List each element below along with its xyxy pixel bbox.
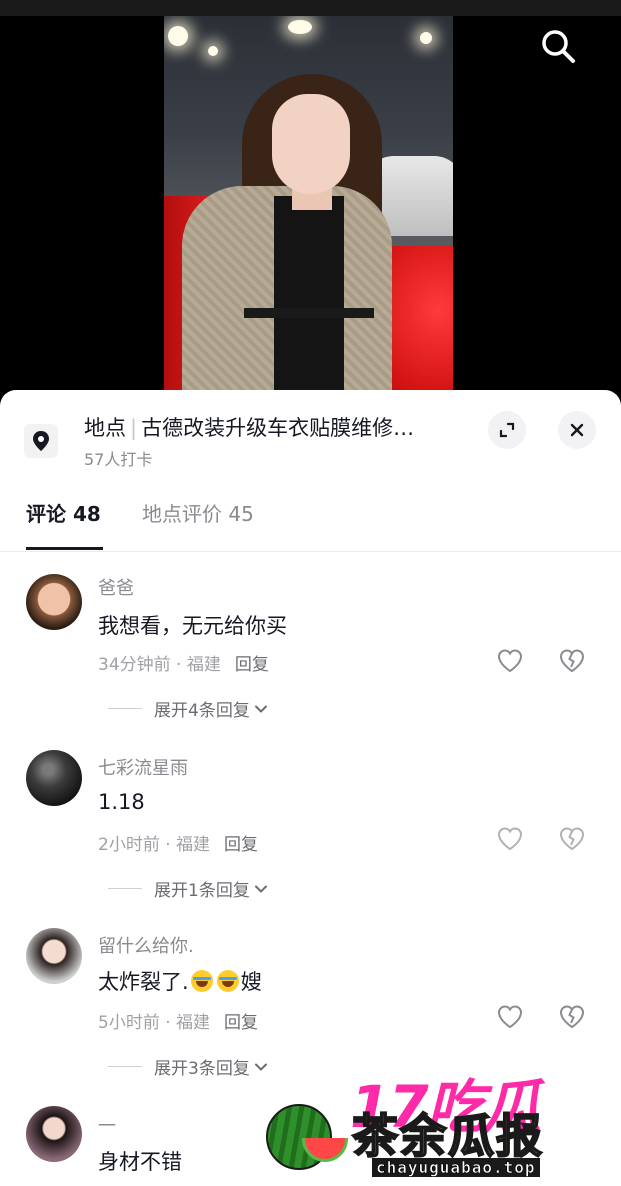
location-title[interactable]: 地点 | 古德改装升级车衣贴膜维修… (84, 412, 484, 442)
comment-item: 七彩流星雨 1.18 2小时前 · 福建 回复 展开1条回复 (0, 746, 621, 916)
expand-divider (108, 1066, 142, 1067)
watermark-brand-main: 茶余瓜报 (351, 1108, 544, 1164)
avatar[interactable] (26, 1106, 82, 1162)
search-icon (542, 30, 575, 63)
comment-text-part: 嫂 (240, 970, 262, 994)
comment-meta: 34分钟前 · 福建 回复 (98, 650, 269, 675)
heart-icon (497, 827, 523, 851)
reply-button[interactable]: 回复 (224, 835, 258, 855)
ceiling-light (168, 26, 188, 46)
chevron-down-icon (254, 705, 267, 713)
location-pin-icon (24, 424, 58, 458)
dislike-button[interactable] (556, 824, 588, 856)
expand-replies-button[interactable]: 展开3条回复 (108, 1054, 270, 1079)
expand-replies-button[interactable]: 展开1条回复 (108, 876, 270, 901)
watermark-url: chayuguabao.top (372, 1158, 540, 1177)
expand-icon (499, 422, 515, 438)
expand-replies-label: 展开3条回复 (154, 1059, 250, 1079)
broken-heart-icon (559, 827, 585, 851)
avatar[interactable] (26, 750, 82, 806)
like-button[interactable] (494, 646, 526, 678)
close-icon (570, 423, 584, 437)
ceiling-light (288, 20, 312, 34)
broken-heart-icon (559, 1005, 585, 1029)
expand-replies-label: 展开4条回复 (154, 701, 250, 721)
search-button[interactable] (536, 24, 580, 68)
comment-text: 1.18 (98, 790, 145, 814)
comment-time: 5小时前 · 福建 (98, 1013, 211, 1033)
status-bar (0, 0, 621, 16)
close-button[interactable] (558, 411, 596, 449)
comment-username[interactable]: 一 (98, 1112, 116, 1138)
checkin-count: 57人打卡 (84, 450, 153, 469)
ceiling-light (420, 32, 432, 44)
location-name: 古德改装升级车衣贴膜维修… (141, 416, 415, 440)
tab-comments[interactable]: 评论 48 (26, 498, 101, 527)
video-player[interactable] (0, 0, 621, 400)
heart-icon (497, 1005, 523, 1029)
tears-of-joy-icon (190, 970, 213, 992)
expand-replies-label: 展开1条回复 (154, 881, 250, 901)
person-belt (244, 308, 374, 318)
comment-text: 身材不错 (98, 1150, 182, 1174)
expand-button[interactable] (488, 411, 526, 449)
dislike-button[interactable] (556, 1002, 588, 1034)
comment-item: 爸爸 我想看，无元给你买 34分钟前 · 福建 回复 展开4条回复 (0, 566, 621, 736)
avatar[interactable] (26, 928, 82, 984)
expand-replies-button[interactable]: 展开4条回复 (108, 696, 270, 721)
title-divider: | (130, 416, 138, 440)
comment-username[interactable]: 留什么给你. (98, 932, 194, 958)
broken-heart-icon (559, 649, 585, 673)
active-tab-indicator (26, 547, 103, 550)
location-label: 地点 (84, 416, 126, 440)
like-button[interactable] (494, 1002, 526, 1034)
person-face (272, 94, 350, 194)
reply-button[interactable]: 回复 (224, 1013, 258, 1033)
reply-button[interactable]: 回复 (235, 655, 269, 675)
comment-username[interactable]: 七彩流星雨 (98, 754, 188, 780)
comment-username[interactable]: 爸爸 (98, 574, 134, 600)
tab-location-reviews[interactable]: 地点评价 45 (142, 498, 254, 527)
watermark: 17吃瓜 茶余瓜报 chayuguabao.top (266, 1060, 621, 1186)
comment-time: 34分钟前 · 福建 (98, 655, 221, 675)
ceiling-light (208, 46, 218, 56)
comment-meta: 5小时前 · 福建 回复 (98, 1008, 258, 1033)
heart-icon (497, 649, 523, 673)
tears-of-joy-icon (216, 970, 239, 992)
expand-divider (108, 708, 142, 709)
comment-text: 我想看，无元给你买 (98, 614, 287, 638)
chevron-down-icon (254, 885, 267, 893)
comment-text-part: 太炸裂了. (98, 970, 189, 994)
dislike-button[interactable] (556, 646, 588, 678)
video-frame[interactable] (164, 16, 453, 400)
location-header[interactable]: 地点 | 古德改装升级车衣贴膜维修… 57人打卡 (0, 390, 621, 474)
comment-text: 太炸裂了. 嫂 (98, 966, 262, 996)
expand-divider (108, 888, 142, 889)
comment-tabs: 评论 48 地点评价 45 (0, 488, 621, 552)
comment-time: 2小时前 · 福建 (98, 835, 211, 855)
like-button[interactable] (494, 824, 526, 856)
comment-meta: 2小时前 · 福建 回复 (98, 830, 258, 855)
person-inner-top (274, 196, 344, 400)
avatar[interactable] (26, 574, 82, 630)
